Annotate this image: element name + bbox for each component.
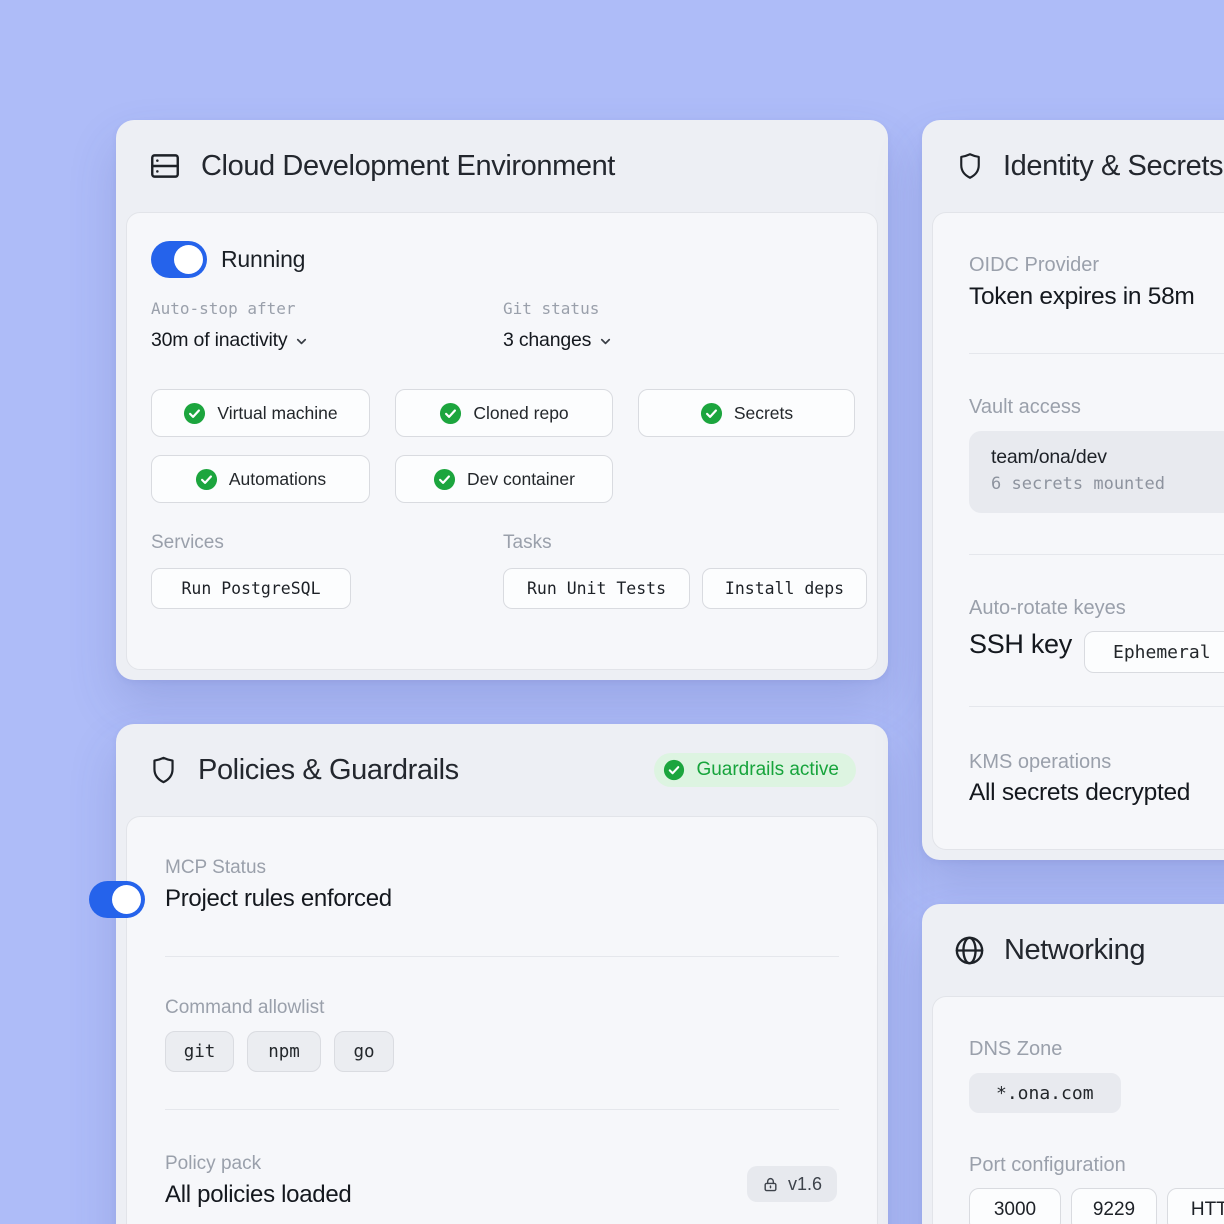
status-chip-dev-container: Dev container: [395, 455, 613, 503]
check-circle-icon: [700, 402, 723, 425]
mcp-status-value: Project rules enforced: [165, 885, 392, 913]
page-background: Cloud Development Environment Running Au…: [0, 0, 1224, 1224]
status-chip-cloned-repo: Cloned repo: [395, 389, 613, 437]
kms-operations-label: KMS operations: [969, 751, 1111, 774]
mcp-rules-toggle[interactable]: [89, 881, 145, 918]
card-title: Identity & Secrets: [1003, 150, 1223, 183]
card-body: MCP Status Project rules enforced Comman…: [126, 816, 878, 1224]
git-status-label: Git status: [503, 299, 599, 318]
dns-zone-label: DNS Zone: [969, 1038, 1062, 1061]
port-chip-9229: 9229: [1071, 1188, 1157, 1224]
port-chip-https: HTTPS: [1167, 1188, 1224, 1224]
card-header: Policies & Guardrails Guardrails active: [116, 724, 888, 816]
status-chip-label: Dev container: [467, 469, 575, 490]
ssh-key-value: SSH key: [969, 629, 1072, 660]
divider: [969, 353, 1224, 354]
card-body: DNS Zone *.ona.com Port configuration 30…: [932, 996, 1224, 1224]
kms-operations-value: All secrets decrypted: [969, 779, 1190, 807]
oidc-provider-label: OIDC Provider: [969, 254, 1099, 277]
check-circle-icon: [433, 468, 456, 491]
git-status-value: 3 changes: [503, 329, 591, 352]
card-body: Running Auto-stop after 30m of inactivit…: [126, 212, 878, 670]
guardrails-active-badge: Guardrails active: [654, 753, 856, 787]
status-chip-secrets: Secrets: [638, 389, 855, 437]
shield-icon: [955, 148, 985, 184]
divider: [969, 554, 1224, 555]
check-circle-icon: [663, 759, 685, 781]
card-title: Cloud Development Environment: [201, 150, 615, 183]
oidc-provider-value: Token expires in 58m: [969, 283, 1195, 311]
ephemeral-chip: Ephemeral: [1084, 631, 1224, 673]
auto-rotate-label: Auto-rotate keyes: [969, 597, 1126, 620]
tasks-label: Tasks: [503, 532, 552, 554]
vault-path: team/ona/dev: [991, 446, 1224, 469]
lock-icon: [762, 1176, 779, 1193]
vault-access-box: team/ona/dev 6 secrets mounted: [969, 431, 1224, 513]
autostop-value: 30m of inactivity: [151, 329, 287, 352]
port-chip-3000: 3000: [969, 1188, 1061, 1224]
port-configuration-label: Port configuration: [969, 1154, 1126, 1177]
policy-version-label: v1.6: [788, 1174, 822, 1195]
policy-pack-value: All policies loaded: [165, 1181, 351, 1209]
status-chip-label: Automations: [229, 469, 326, 490]
card-policies-guardrails: Policies & Guardrails Guardrails active …: [116, 724, 888, 1224]
globe-icon: [953, 934, 986, 967]
card-header: Cloud Development Environment: [116, 120, 888, 212]
install-deps-button[interactable]: Install deps: [702, 568, 867, 609]
check-circle-icon: [439, 402, 462, 425]
mcp-status-label: MCP Status: [165, 857, 266, 879]
card-identity-secrets: Identity & Secrets OIDC Provider Token e…: [922, 120, 1224, 860]
card-networking: Networking DNS Zone *.ona.com Port confi…: [922, 904, 1224, 1224]
autostop-label: Auto-stop after: [151, 299, 296, 318]
running-label: Running: [221, 246, 305, 273]
services-label: Services: [151, 532, 224, 554]
status-chip-automations: Automations: [151, 455, 370, 503]
run-postgresql-button[interactable]: Run PostgreSQL: [151, 568, 351, 609]
policy-pack-label: Policy pack: [165, 1153, 261, 1175]
status-chip-label: Secrets: [734, 403, 793, 424]
card-title: Networking: [1004, 934, 1145, 967]
autostop-select[interactable]: 30m of inactivity: [151, 329, 309, 352]
toggle-knob: [174, 245, 203, 274]
card-header: Identity & Secrets: [922, 120, 1224, 212]
toggle-knob: [112, 885, 141, 914]
shield-icon: [148, 752, 179, 788]
server-icon: [148, 149, 182, 183]
divider: [165, 1109, 839, 1110]
vault-secrets-count: 6 secrets mounted: [991, 474, 1224, 494]
policy-version-badge: v1.6: [747, 1166, 837, 1202]
run-unit-tests-button[interactable]: Run Unit Tests: [503, 568, 690, 609]
dns-zone-chip: *.ona.com: [969, 1073, 1121, 1113]
check-circle-icon: [195, 468, 218, 491]
status-chip-virtual-machine: Virtual machine: [151, 389, 370, 437]
divider: [165, 956, 839, 957]
card-title: Policies & Guardrails: [198, 754, 459, 787]
card-body: OIDC Provider Token expires in 58m Vault…: [932, 212, 1224, 850]
divider: [969, 706, 1224, 707]
allowlist-tag-git: git: [165, 1031, 234, 1072]
card-header: Networking: [922, 904, 1224, 996]
allowlist-tag-npm: npm: [247, 1031, 321, 1072]
environment-running-toggle[interactable]: [151, 241, 207, 278]
status-chip-label: Cloned repo: [473, 403, 568, 424]
command-allowlist-label: Command allowlist: [165, 997, 324, 1019]
check-circle-icon: [183, 402, 206, 425]
guardrails-active-label: Guardrails active: [696, 759, 839, 781]
git-status-select[interactable]: 3 changes: [503, 329, 613, 352]
allowlist-tag-go: go: [334, 1031, 394, 1072]
card-cloud-dev-environment: Cloud Development Environment Running Au…: [116, 120, 888, 680]
chevron-down-icon: [294, 334, 309, 349]
status-chip-label: Virtual machine: [217, 403, 337, 424]
chevron-down-icon: [598, 334, 613, 349]
vault-access-label: Vault access: [969, 396, 1081, 419]
